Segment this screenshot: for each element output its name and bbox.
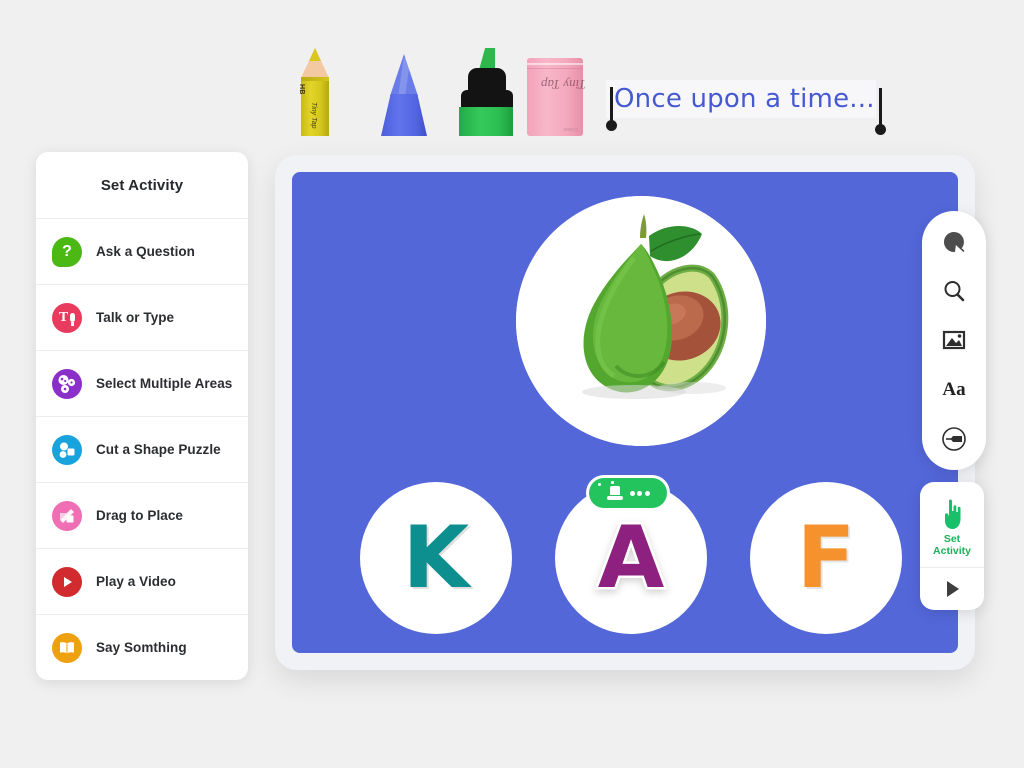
shape-puzzle-icon [52, 434, 82, 465]
pen-circle-icon[interactable] [936, 421, 972, 457]
highlighter-nib-icon [479, 48, 495, 70]
letter-a-sticker: A [577, 478, 685, 612]
sidebar-item-label: Play a Video [96, 574, 176, 589]
eraser-band-top [527, 63, 583, 65]
text-format-label: Aa [942, 378, 966, 400]
set-activity-label-line2: Activity [933, 544, 971, 557]
sidebar-item-drag-to-place[interactable]: Drag to Place [36, 482, 248, 548]
sidebar-item-label: Ask a Question [96, 244, 195, 259]
selection-handle-right[interactable] [875, 88, 886, 135]
letter-option-k[interactable]: K [360, 482, 512, 634]
crayon-tool[interactable] [378, 54, 430, 136]
letter-glyph: F [796, 508, 856, 608]
badge-dots-icon [629, 490, 650, 496]
sidebar-item-select-multiple-areas[interactable]: Select Multiple Areas [36, 350, 248, 416]
play-button[interactable] [920, 568, 984, 609]
play-video-icon [52, 566, 82, 597]
avocado-image[interactable] [516, 196, 766, 446]
highlighter-cap [461, 68, 513, 110]
eraser-band-second [527, 68, 583, 69]
sidebar-item-say-somthing[interactable]: Say Somthing [36, 614, 248, 680]
open-book-icon [52, 632, 82, 663]
story-text-value: Once upon a time... [614, 84, 875, 114]
play-triangle-icon [947, 580, 959, 597]
sidebar-item-label: Talk or Type [96, 310, 175, 325]
sidebar-item-ask-a-question[interactable]: ? Ask a Question [36, 218, 248, 284]
canvas-toolbar: Aa [922, 211, 986, 470]
magnifier-icon[interactable] [936, 273, 972, 309]
selection-handle-left[interactable] [606, 87, 617, 131]
text-format-icon[interactable]: Aa [936, 372, 972, 408]
letter-glyph: K [402, 508, 470, 608]
letter-glyph: A [595, 508, 667, 608]
activity-panel: Set Activity [920, 482, 984, 610]
crayon-body [381, 94, 427, 136]
question-bubble-icon: ? [52, 236, 82, 267]
letter-option-f[interactable]: F [750, 482, 902, 634]
sidebar-item-talk-or-type[interactable]: T Talk or Type [36, 284, 248, 350]
eraser-sub-label: Eraser [563, 126, 578, 132]
story-text-field[interactable]: Once upon a time... [606, 80, 876, 118]
activity-canvas[interactable]: K A F [292, 172, 958, 653]
sidebar-item-play-a-video[interactable]: Play a Video [36, 548, 248, 614]
sidebar-title: Set Activity [100, 176, 184, 194]
multi-select-icon [52, 368, 82, 399]
letter-option-a[interactable]: A [555, 478, 707, 634]
sidebar-item-label: Cut a Shape Puzzle [96, 442, 221, 457]
set-activity-button[interactable]: Set Activity [920, 482, 984, 568]
highlighter-tool[interactable] [455, 48, 517, 136]
selection-knob-left[interactable] [606, 120, 617, 131]
story-text-field-wrapper[interactable]: Once upon a time... [606, 80, 886, 135]
pencil-hardness-label: HB [298, 84, 305, 95]
sidebar-item-label: Drag to Place [96, 508, 183, 523]
text-microphone-icon: T [52, 302, 82, 333]
eraser-tool[interactable]: Tiny Tap Eraser [527, 58, 586, 136]
paint-blob-icon[interactable] [936, 224, 972, 260]
set-activity-label-line1: Set [943, 532, 961, 545]
image-icon[interactable] [936, 322, 972, 358]
set-activity-label: Set Activity [933, 533, 971, 557]
selection-knob-right[interactable] [875, 124, 886, 135]
sidebar-item-cut-a-shape-puzzle[interactable]: Cut a Shape Puzzle [36, 416, 248, 482]
pointing-hand-icon [945, 499, 961, 529]
sidebar-item-label: Select Multiple Areas [96, 376, 233, 391]
magic-hat-icon[interactable] [589, 478, 667, 508]
set-activity-sidebar: Set Activity ? Ask a Question T Talk or … [36, 152, 248, 680]
pencil-tool[interactable]: HB Tiny Tap [298, 48, 332, 136]
pencil-lead-icon [309, 48, 321, 61]
drag-place-icon [52, 500, 82, 531]
sidebar-item-label: Say Somthing [96, 640, 187, 655]
pencil-brand-label: Tiny Tap [310, 102, 317, 129]
eraser-brand-label: Tiny Tap [541, 77, 586, 92]
art-tools-row: HB Tiny Tap Tiny Tap Eraser [290, 44, 590, 136]
eraser-body: Tiny Tap Eraser [527, 58, 586, 136]
highlighter-body [459, 107, 513, 136]
tablet-frame: K A F [275, 155, 975, 670]
